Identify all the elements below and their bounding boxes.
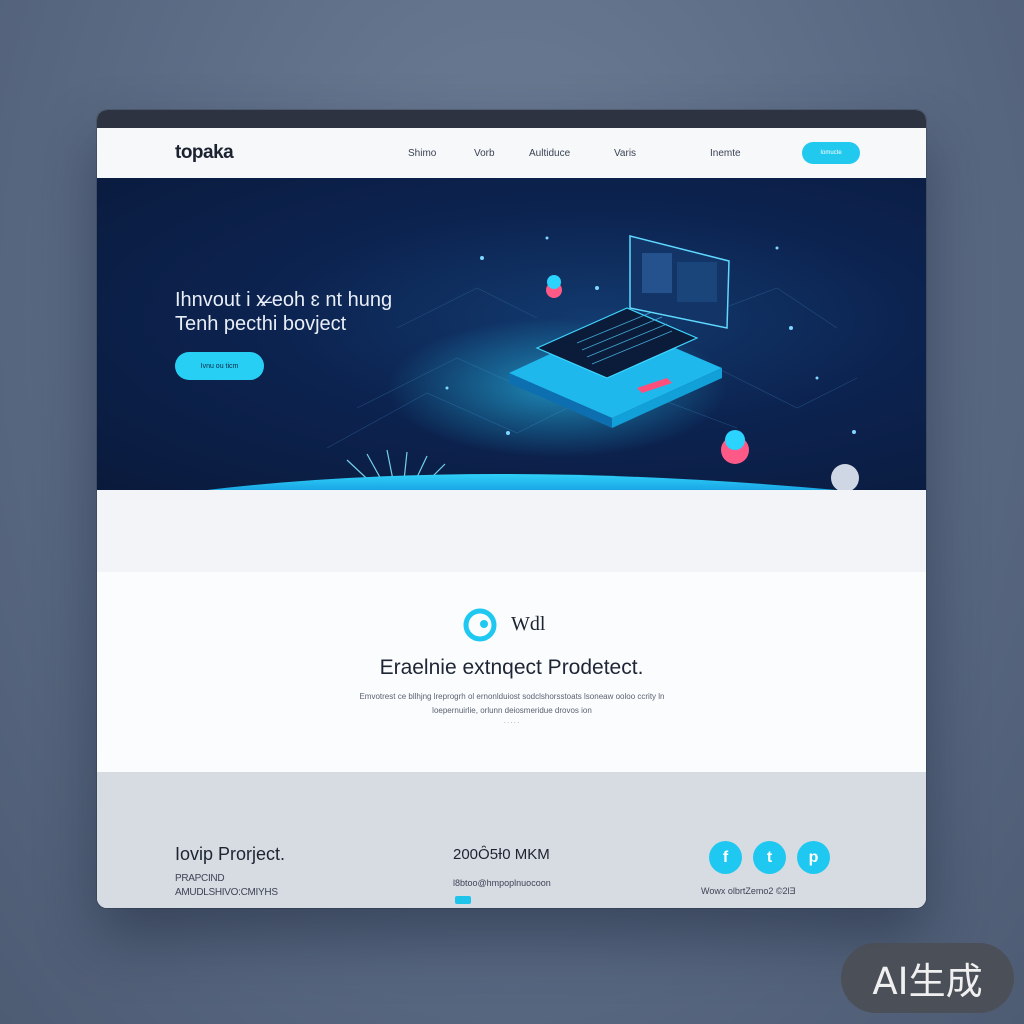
footer-accent-mark — [455, 896, 471, 904]
nav-link-2[interactable]: Vorb — [474, 148, 495, 159]
brand-logo-icon — [463, 608, 497, 642]
content-description: Emvotrest ce bllhjng lreprogrh ol ernonl… — [359, 692, 665, 715]
pinterest-icon-glyph: p — [808, 848, 819, 866]
footer-title: Iovip Prorject. — [175, 844, 286, 864]
site-logo[interactable]: topaka — [175, 142, 234, 164]
nav-link-4[interactable]: Varis — [614, 148, 636, 159]
footer-email-link[interactable]: l8btoo@hmpoplnuocoon — [453, 878, 551, 888]
content-brand: Wdl — [511, 613, 546, 635]
nav-link-5[interactable]: Inemte — [710, 148, 741, 159]
facebook-icon-glyph: f — [722, 848, 729, 866]
browser-window: topaka Shimo Vorb Aultiduce Varis Inemte… — [97, 110, 926, 908]
ai-generated-watermark: AI生成 — [841, 943, 1014, 1013]
twitter-icon[interactable]: t — [753, 841, 786, 874]
footer-subtitle-line-2: AMUDLSHIVO:CMIYHS — [175, 887, 278, 898]
nav-link-3[interactable]: Aultiduce — [529, 148, 570, 159]
footer-copyright: Wowx olbrtZemo2 ©2ƖƎ — [701, 886, 796, 896]
facebook-icon[interactable]: f — [709, 841, 742, 874]
twitter-icon-glyph: t — [766, 848, 773, 866]
footer-phone: 200Ȏ5Ɨ0 MKM — [453, 846, 550, 863]
pinterest-icon[interactable]: p — [797, 841, 830, 874]
window-frame — [97, 110, 926, 128]
hero-title: Ihnvout i x̷̶ eoh ɛ nt hung Tenh pecthi … — [175, 288, 495, 336]
nav-link-1[interactable]: Shimo — [408, 148, 436, 159]
section-divider — [97, 490, 926, 572]
footer: Iovip Prorject. PRAPCIND AMUDLSHIVO:CMIY… — [97, 772, 926, 908]
hero-title-line-2: Tenh pecthi bovject — [175, 313, 347, 335]
hero-cta-button[interactable]: Ivnu ou ticm — [175, 352, 264, 380]
nav-cta-button[interactable]: Iomucte — [802, 142, 860, 164]
content-more-indicator: ∙ ∙ ∙ ∙ ∙ — [503, 720, 519, 726]
hero-title-line-1: Ihnvout i x̷̶ eoh ɛ nt hung — [175, 289, 393, 311]
content-title: Eraelnie extnqect Prodetect. — [379, 656, 644, 679]
footer-subtitle-line-1: PRAPCIND — [175, 873, 225, 884]
hero-section: Ihnvout i x̷̶ eoh ɛ nt hung Tenh pecthi … — [97, 178, 926, 490]
content-section: Wdl Eraelnie extnqect Prodetect. Emvotre… — [97, 572, 926, 772]
footer-subtitle: PRAPCIND AMUDLSHIVO:CMIYHS — [175, 872, 335, 900]
navbar: topaka Shimo Vorb Aultiduce Varis Inemte… — [97, 128, 926, 178]
